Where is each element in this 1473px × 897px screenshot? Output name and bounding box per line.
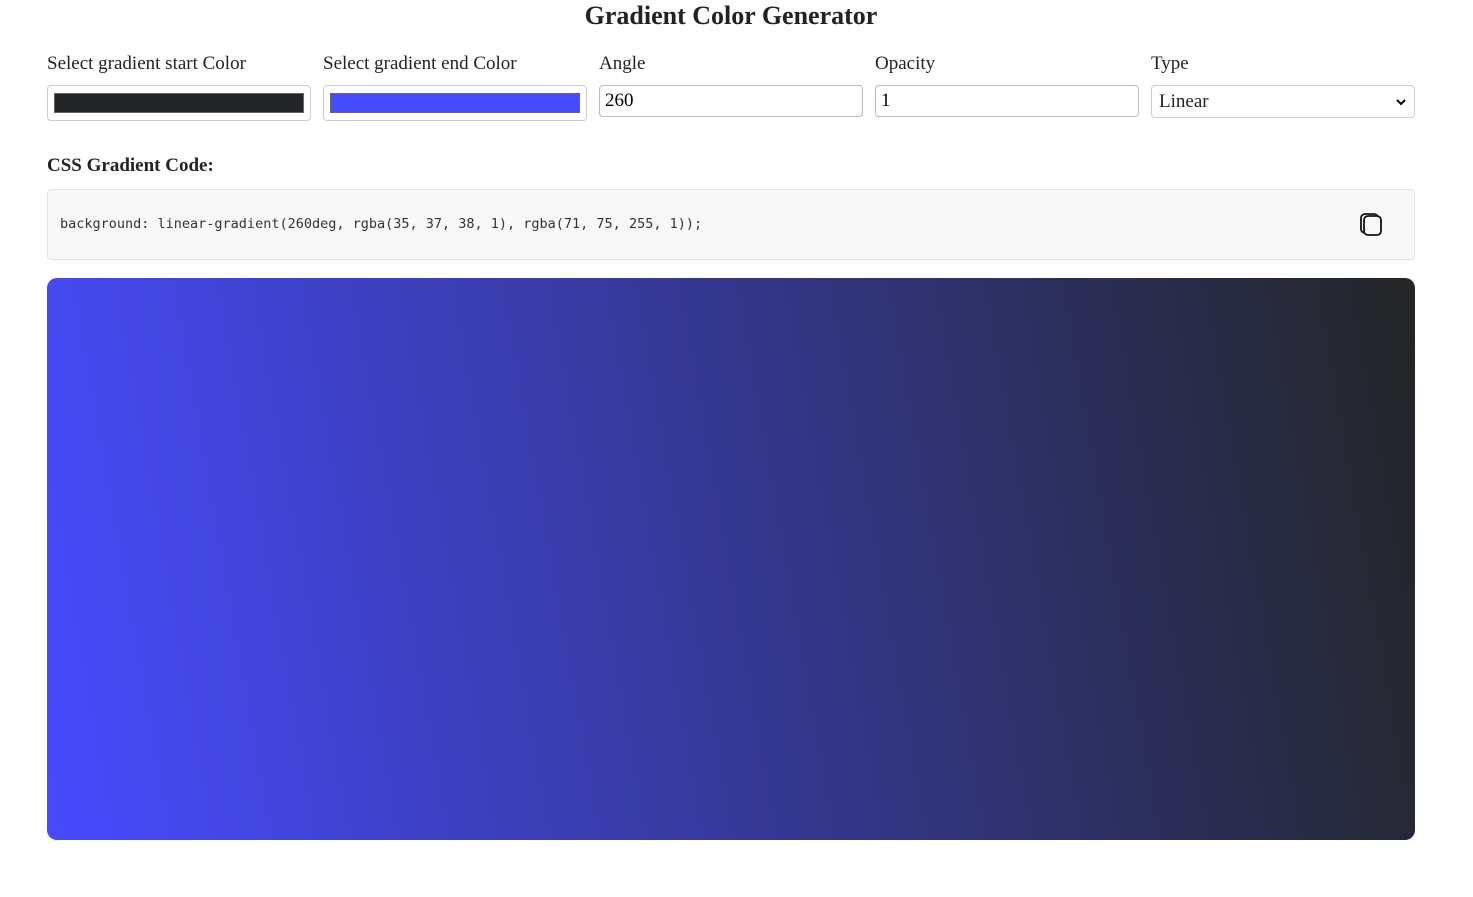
end-color-picker[interactable] xyxy=(323,85,587,121)
copy-icon[interactable] xyxy=(1358,211,1384,237)
angle-label: Angle xyxy=(599,53,646,74)
opacity-label: Opacity xyxy=(875,53,936,74)
css-code: background: linear-gradient(260deg, rgba… xyxy=(60,216,703,232)
start-color-label: Select gradient start Color xyxy=(47,53,246,74)
end-color-label: Select gradient end Color xyxy=(323,53,517,74)
start-color-swatch xyxy=(54,93,304,113)
start-color-group: Select gradient start Color xyxy=(47,52,311,121)
start-color-picker[interactable] xyxy=(47,85,311,121)
opacity-group: Opacity xyxy=(875,52,1139,121)
chevron-down-icon xyxy=(1396,98,1406,105)
opacity-input[interactable] xyxy=(875,85,1139,117)
code-heading: CSS Gradient Code: xyxy=(47,155,214,176)
gradient-preview xyxy=(47,278,1415,840)
type-label: Type xyxy=(1151,53,1189,74)
type-select[interactable]: Linear xyxy=(1151,85,1415,118)
angle-group: Angle xyxy=(599,52,863,121)
angle-input[interactable] xyxy=(599,85,863,117)
end-color-group: Select gradient end Color xyxy=(323,52,587,121)
type-group: Type Linear xyxy=(1151,52,1415,121)
controls-row: Select gradient start Color Select gradi… xyxy=(47,52,1415,121)
page-title: Gradient Color Generator xyxy=(584,1,878,30)
type-selected-value: Linear xyxy=(1159,90,1209,112)
code-box: background: linear-gradient(260deg, rgba… xyxy=(47,189,1415,260)
end-color-swatch xyxy=(330,93,580,113)
